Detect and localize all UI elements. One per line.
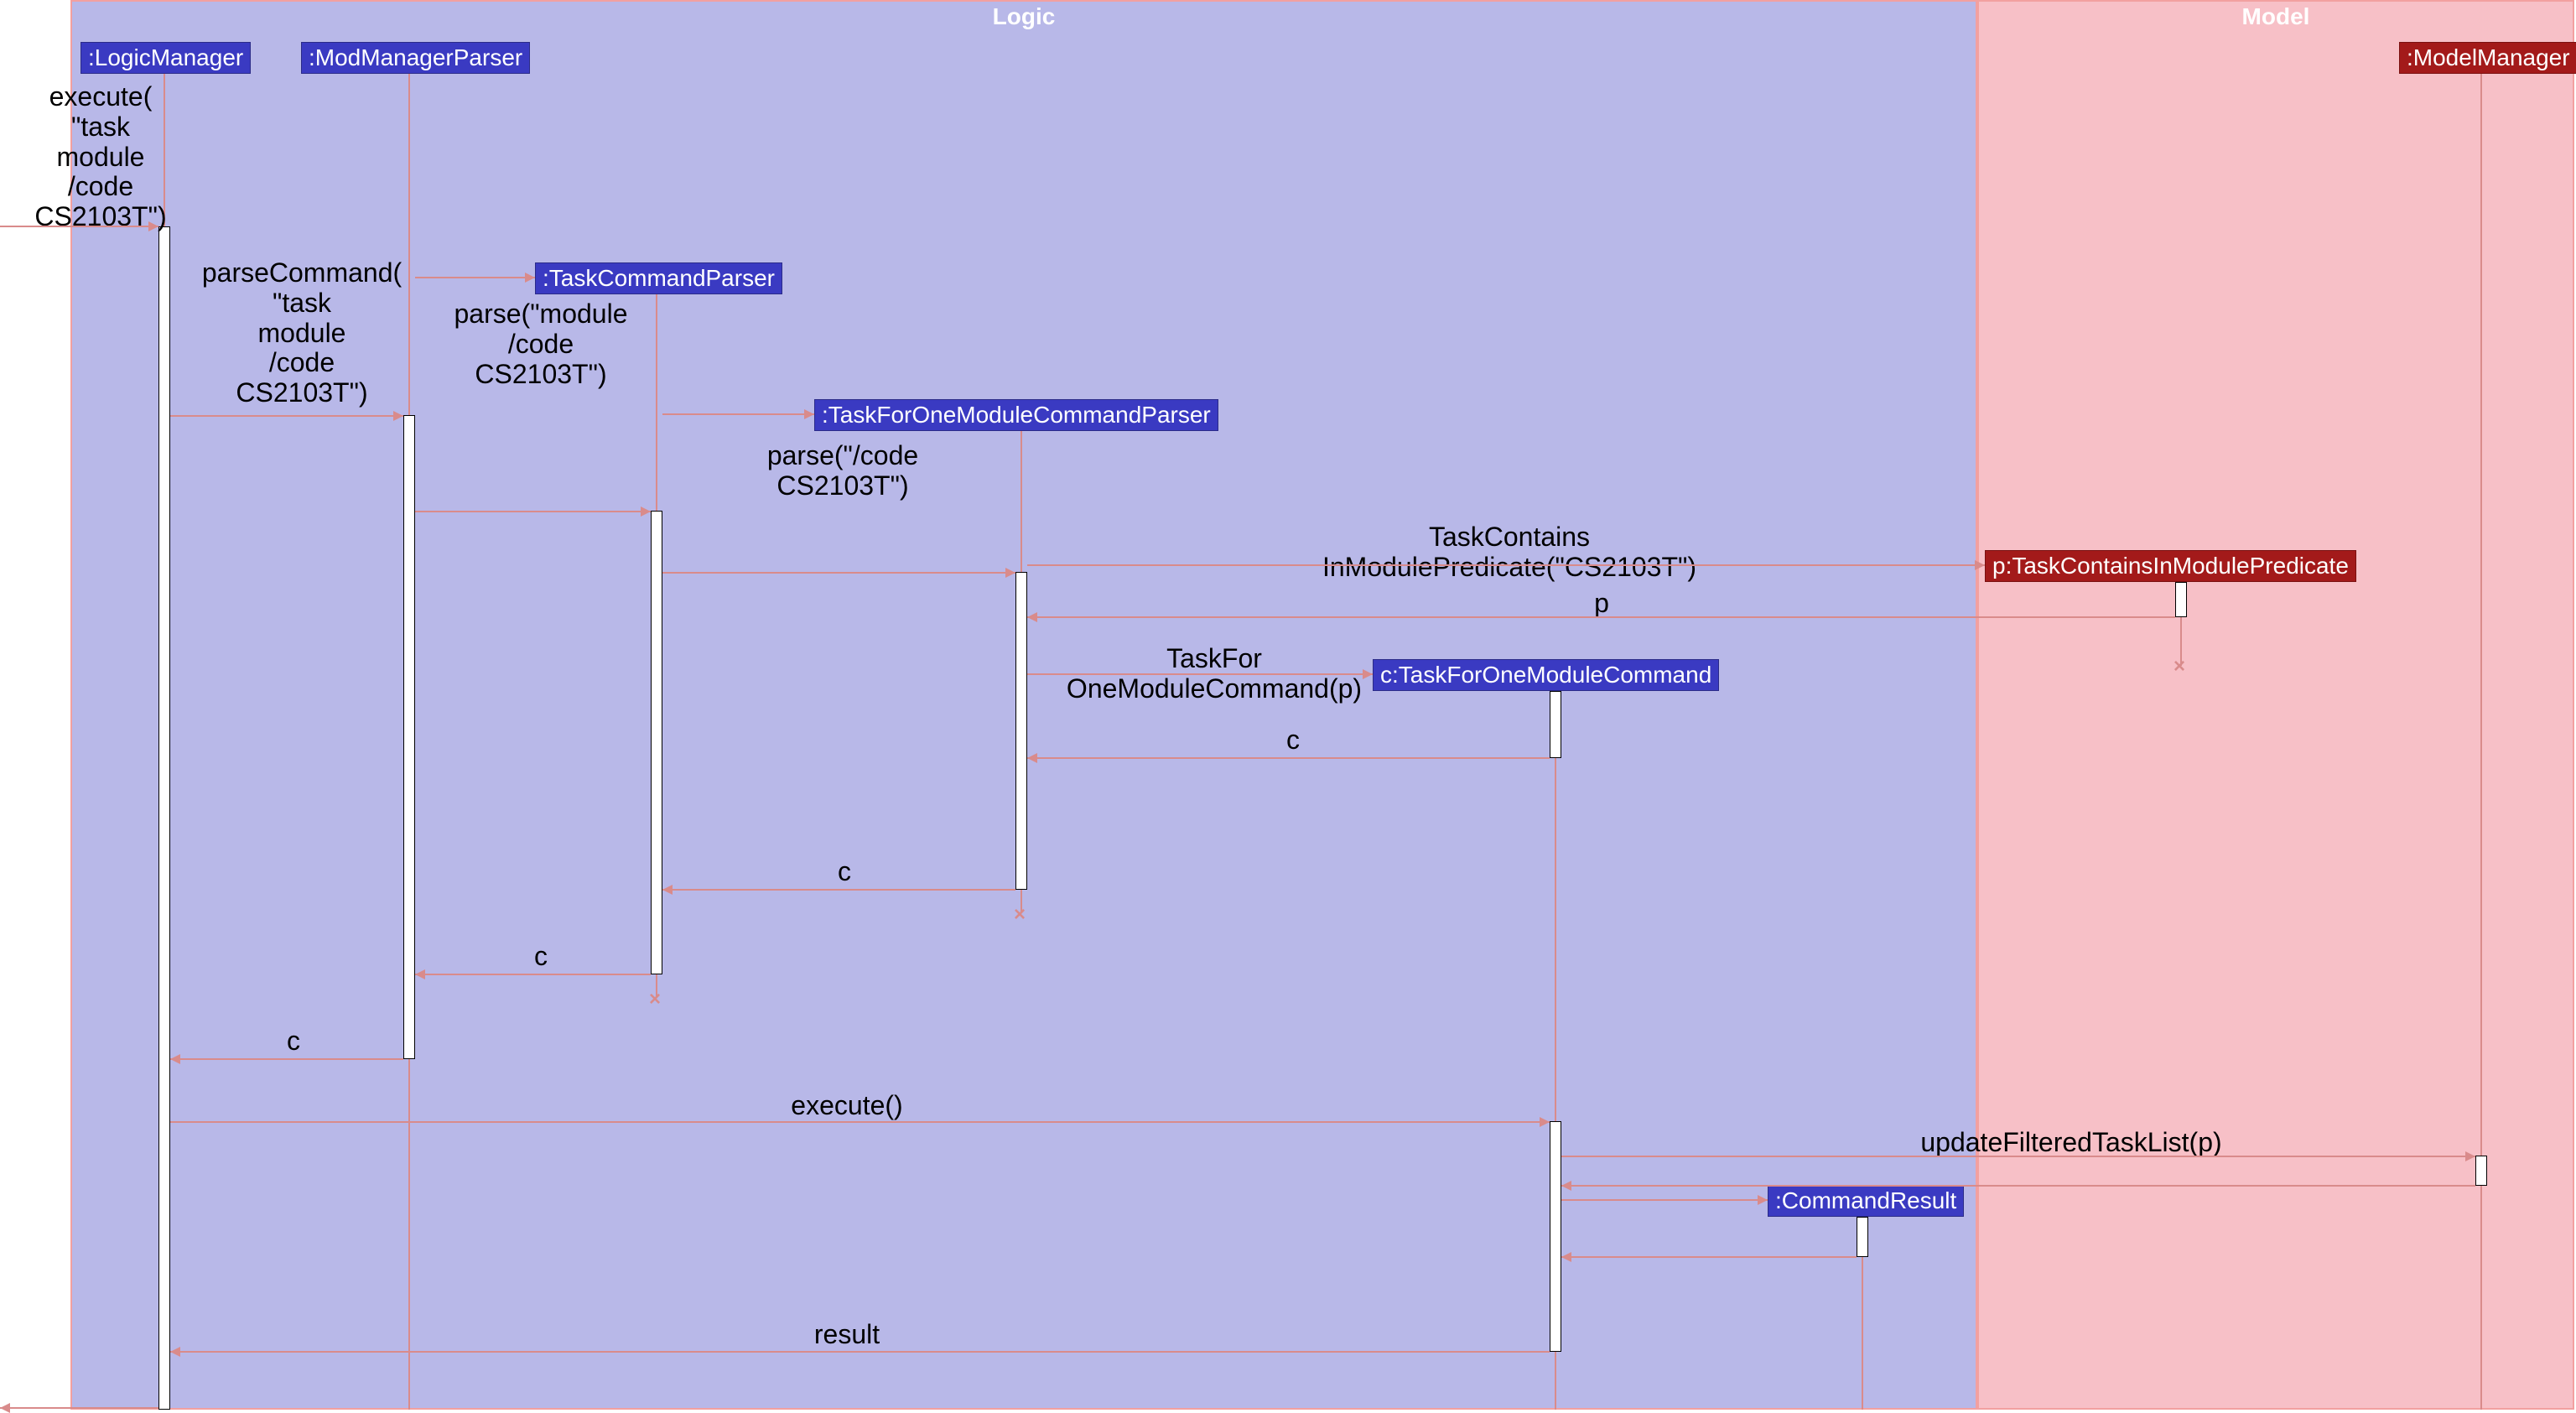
activation-predicate: [2175, 582, 2187, 617]
msg-execute-call: execute(): [738, 1091, 956, 1121]
arrow-parse1-create: [415, 277, 535, 278]
arrowhead-parse1-create: [525, 273, 535, 283]
arrowhead-c-return3: [415, 969, 425, 979]
lifeline-mod-manager-parser: :ModManagerParser: [301, 42, 530, 74]
activation-mod-manager-parser: [403, 415, 415, 1059]
arrow-return-model: [1561, 1185, 2475, 1187]
lifeline-command-result: :CommandResult: [1768, 1185, 1964, 1217]
destroy-tcp: ×: [649, 988, 661, 1011]
activation-task-one-module-parser: [1015, 572, 1027, 890]
arrow-c-return3: [415, 974, 651, 975]
arrow-c-return4: [170, 1058, 403, 1060]
msg-c-return4: c: [281, 1026, 306, 1057]
arrow-p-return: [1027, 616, 2175, 618]
activation-command-result: [1857, 1217, 1868, 1257]
msg-parse-command: parseCommand( "task module /code CS2103T…: [193, 258, 411, 408]
lifeline-task-command-parser: :TaskCommandParser: [535, 262, 782, 294]
arrow-return-out: [0, 1407, 158, 1409]
activation-task-one-module-cmd-1: [1550, 691, 1561, 758]
arrowhead-create-cmdresult: [1758, 1195, 1768, 1205]
arrow-c-return2: [662, 889, 1015, 891]
logic-frame-title: Logic: [993, 2, 1056, 30]
arrow-result: [170, 1351, 1550, 1353]
arrowhead-execute-call: [1540, 1117, 1550, 1127]
msg-p-return: p: [1589, 589, 1614, 619]
arrowhead-update-filtered: [2465, 1151, 2475, 1161]
arrowhead-return-model: [1561, 1181, 1571, 1191]
arrowhead-c-return2: [662, 885, 673, 895]
arrowhead-parse2: [1005, 568, 1015, 578]
arrow-predicate-ctor: [1027, 564, 1985, 566]
msg-c-return3: c: [528, 942, 553, 972]
arrow-c-return1: [1027, 757, 1550, 759]
destroy-t1mcp: ×: [1014, 903, 1026, 927]
msg-c-return2: c: [832, 857, 857, 887]
arrow-command-ctor: [1027, 673, 1373, 675]
arrowhead-predicate-ctor: [1975, 560, 1985, 570]
arrow-parse1-call: [415, 511, 651, 512]
lifeline-model-manager: :ModelManager: [2399, 42, 2576, 74]
activation-task-one-module-cmd-2: [1550, 1121, 1561, 1352]
activation-model-manager: [2475, 1156, 2487, 1186]
arrow-execute-call: [170, 1121, 1550, 1123]
arrowhead-c-return4: [170, 1054, 180, 1064]
activation-task-command-parser: [651, 511, 662, 974]
lifeline-task-one-module-cmd-parser: :TaskForOneModuleCommandParser: [814, 399, 1218, 431]
model-frame: Model: [1977, 0, 2574, 1410]
arrowhead-c-return1: [1027, 753, 1037, 763]
msg-c-return1: c: [1280, 725, 1306, 756]
arrow-parse-command: [170, 415, 403, 417]
arrowhead-p-return: [1027, 612, 1037, 622]
msg-update-filtered: updateFilteredTaskList(p): [1870, 1128, 2272, 1158]
arrowhead-parse-command: [393, 411, 403, 421]
lifeline-task-for-one-module-command: c:TaskForOneModuleCommand: [1373, 659, 1719, 691]
msg-parse2: parse("/code CS2103T"): [730, 441, 956, 501]
arrowhead-cmdresult-back: [1561, 1252, 1571, 1262]
arrow-create-t1mcp: [662, 413, 814, 415]
arrow-cmdresult-back: [1561, 1256, 1857, 1258]
model-frame-title: Model: [2242, 2, 2310, 30]
arrowhead-result: [170, 1347, 180, 1357]
lifeline-predicate: p:TaskContainsInModulePredicate: [1985, 550, 2356, 582]
destroy-predicate: ×: [2174, 655, 2185, 678]
msg-parse1: parse("module /code CS2103T"): [428, 299, 654, 389]
lifeline-logic-manager: :LogicManager: [80, 42, 251, 74]
lifeline-line-model-manager: [2480, 74, 2482, 1410]
arrow-update-filtered: [1561, 1156, 2475, 1157]
arrowhead-parse1-call: [641, 506, 651, 517]
arrowhead-return-out: [0, 1403, 10, 1413]
msg-predicate-ctor: TaskContains InModulePredicate("CS2103T"…: [1216, 522, 1803, 583]
arrowhead-command-ctor: [1363, 669, 1373, 679]
msg-execute-in: execute( "task module /code CS2103T"): [17, 82, 184, 232]
arrowhead-create-t1mcp: [804, 409, 814, 419]
arrow-execute-in: [0, 226, 158, 227]
activation-logic-manager: [158, 226, 170, 1410]
arrowhead-execute-in: [148, 221, 158, 231]
msg-result: result: [780, 1320, 914, 1350]
arrow-parse2: [662, 572, 1015, 574]
arrow-create-cmdresult: [1561, 1199, 1768, 1201]
